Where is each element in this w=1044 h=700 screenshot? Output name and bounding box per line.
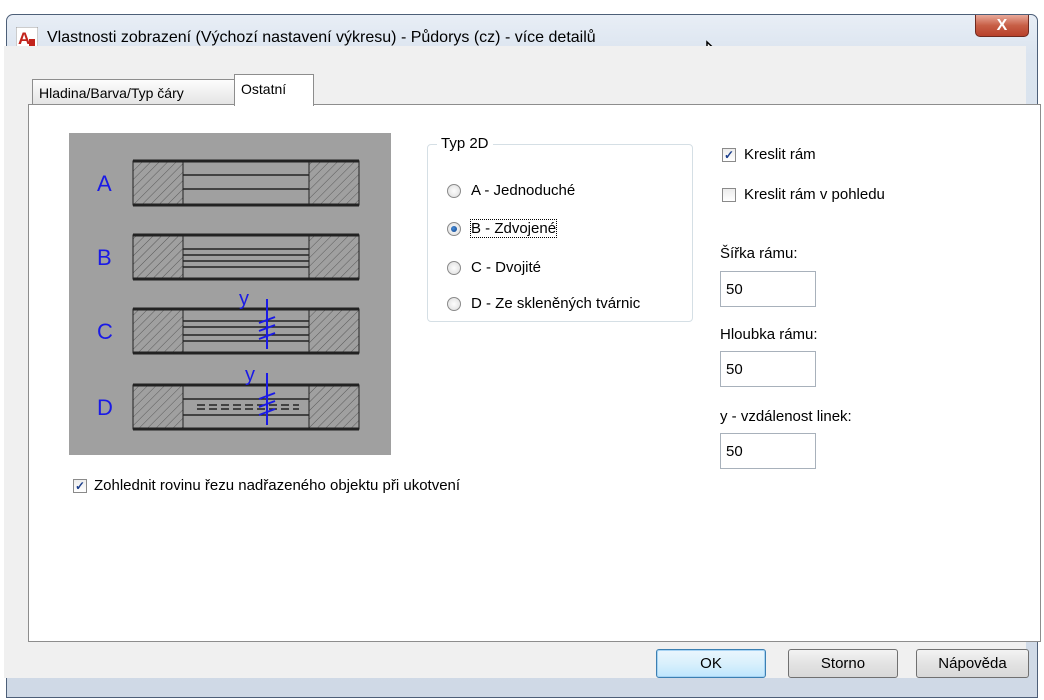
hloubka-ramu-label: Hloubka rámu: [720,326,818,343]
y-vzdalenost-linek-input[interactable]: 50 [720,433,816,469]
radio-label-d-ze-sklenenych-tvarnic[interactable]: D - Ze skleněných tvárnic [471,295,640,312]
preview-label-c: C [97,319,113,344]
radio-label-b-zdvojene[interactable]: B - Zdvojené [469,219,558,238]
kreslit-ram-v-pohledu-checkbox[interactable] [722,188,736,202]
zohlednit-rovinu-rezu-checkbox[interactable]: ✓ [73,479,87,493]
window-title: Vlastnosti zobrazení (Výchozí nastavení … [47,29,596,46]
kreslit-ram-v-pohledu-label[interactable]: Kreslit rám v pohledu [744,186,885,203]
zohlednit-rovinu-rezu-label[interactable]: Zohlednit rovinu řezu nadřazeného objekt… [94,477,460,494]
kreslit-ram-checkbox[interactable]: ✓ [722,148,736,162]
preview-label-a: A [97,171,112,196]
radio-label-c-dvojite[interactable]: C - Dvojité [471,259,541,276]
help-button[interactable]: Nápověda [916,649,1029,678]
preview-label-y-d: y [245,364,255,386]
storno-button[interactable]: Storno [788,649,898,678]
sirka-ramu-label: Šířka rámu: [720,245,798,262]
typ-2d-group-title: Typ 2D [437,135,493,152]
radio-d-ze-sklenenych-tvarnic[interactable] [447,297,461,311]
kreslit-ram-label[interactable]: Kreslit rám [744,146,816,163]
radio-c-dvojite[interactable] [447,261,461,275]
tab-ostatni[interactable]: Ostatní [234,74,314,106]
preview-row-b [132,233,360,281]
radio-b-zdvojene[interactable] [447,222,461,236]
tab-label: Ostatní [241,81,287,97]
preview-label-y-c: y [239,288,249,310]
preview-label-b: B [97,245,112,270]
preview-row-a [132,159,360,207]
radio-label-a-jednoduche[interactable]: A - Jednoduché [471,182,575,199]
ok-button[interactable]: OK [656,649,766,678]
window-type-preview-image: A B C D y y [69,133,391,455]
close-button[interactable]: X [975,15,1029,37]
hloubka-ramu-input[interactable]: 50 [720,351,816,387]
preview-label-d: D [97,395,113,420]
tab-label: Hladina/Barva/Typ čáry [39,85,184,101]
tab-hladina-barva-typ-cary[interactable]: Hladina/Barva/Typ čáry [32,79,235,105]
preview-drawing: A B C D y y [97,159,360,431]
y-vzdalenost-linek-label: y - vzdálenost linek: [720,408,852,425]
radio-a-jednoduche[interactable] [447,184,461,198]
sirka-ramu-input[interactable]: 50 [720,271,816,307]
